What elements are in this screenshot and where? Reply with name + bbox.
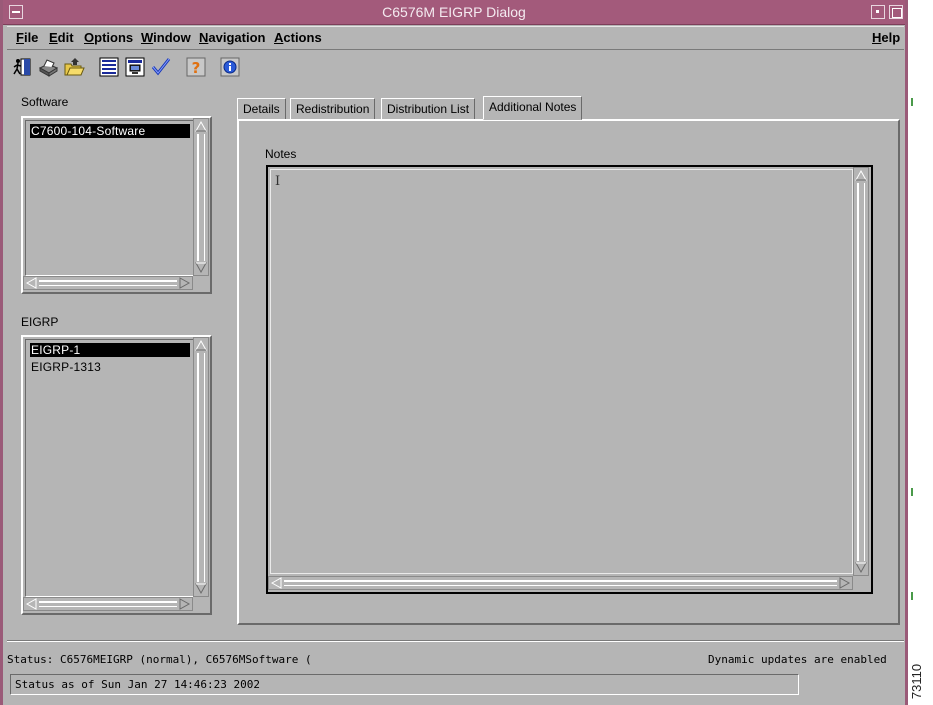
scroll-track[interactable]	[197, 353, 205, 582]
eigrp-list-item[interactable]: EIGRP-1313	[30, 360, 190, 374]
menu-file[interactable]: File	[16, 30, 38, 45]
info-icon[interactable]	[218, 55, 242, 79]
menu-actions-label: ctions	[283, 30, 322, 45]
tab-distribution-list[interactable]: Distribution List	[381, 98, 476, 120]
notes-horizontal-scrollbar[interactable]	[268, 576, 853, 590]
eigrp-horizontal-scrollbar[interactable]	[23, 597, 193, 611]
software-label: Software	[21, 95, 69, 109]
scroll-down-icon[interactable]	[194, 582, 208, 596]
notes-textarea[interactable]: I	[266, 165, 873, 594]
menu-navigation-label: avigation	[208, 30, 266, 45]
menu-file-mnemonic: F	[16, 30, 24, 45]
checkmark-icon[interactable]	[149, 55, 173, 79]
menu-edit-label: dit	[57, 30, 74, 45]
scroll-right-icon[interactable]	[178, 276, 192, 290]
scroll-down-icon[interactable]	[194, 261, 208, 275]
scroll-left-icon[interactable]	[24, 597, 38, 611]
help-question-icon[interactable]: ?	[184, 55, 208, 79]
text-cursor-icon: I	[275, 174, 281, 189]
software-list-viewport[interactable]: C7600-104-Software	[25, 120, 194, 276]
scroll-up-icon[interactable]	[194, 338, 208, 352]
scroll-left-icon[interactable]	[269, 576, 283, 590]
software-listbox: C7600-104-Software	[21, 116, 212, 294]
edge-marker	[911, 488, 913, 496]
status-timestamp: Status as of Sun Jan 27 14:46:23 2002	[15, 678, 261, 691]
scroll-track[interactable]	[197, 134, 205, 261]
menu-navigation[interactable]: Navigation	[199, 30, 265, 45]
status-separator	[7, 640, 904, 642]
eigrp-listbox: EIGRP-1 EIGRP-1313	[21, 335, 212, 615]
eigrp-list-item[interactable]: EIGRP-1	[30, 343, 190, 357]
edge-marker	[911, 98, 913, 106]
notes-label: Notes	[265, 147, 297, 161]
dynamic-updates-status: Dynamic updates are enabled	[708, 653, 887, 666]
scroll-track[interactable]	[284, 580, 837, 586]
tab-details[interactable]: Details	[237, 98, 286, 120]
scroll-right-icon[interactable]	[838, 576, 852, 590]
window-title: C6576M EIGRP Dialog	[382, 4, 526, 20]
title-bar[interactable]: C6576M EIGRP Dialog	[3, 0, 905, 25]
print-icon[interactable]	[36, 55, 60, 79]
tab-redistribution[interactable]: Redistribution	[290, 98, 376, 120]
menu-options-label: ptions	[94, 30, 134, 45]
edge-marker	[911, 592, 913, 600]
status-line: Status: C6576MEIGRP (normal), C6576MSoft…	[7, 653, 312, 666]
menu-help-mnemonic: H	[872, 30, 882, 45]
software-vertical-scrollbar[interactable]	[193, 118, 209, 276]
menu-window-mnemonic: W	[141, 30, 154, 45]
menu-actions-mnemonic: A	[274, 30, 284, 45]
menu-edit[interactable]: Edit	[49, 30, 74, 45]
menu-options[interactable]: Options	[84, 30, 133, 45]
scroll-right-icon[interactable]	[178, 597, 192, 611]
tab-additional-notes[interactable]: Additional Notes	[483, 96, 583, 120]
scroll-up-icon[interactable]	[194, 119, 208, 133]
open-folder-icon[interactable]	[62, 55, 86, 79]
menu-navigation-mnemonic: N	[199, 30, 209, 45]
scroll-track[interactable]	[857, 183, 865, 561]
toolbar: ?	[7, 51, 904, 85]
scroll-track[interactable]	[39, 280, 177, 286]
menu-edit-mnemonic: E	[49, 30, 58, 45]
notes-vertical-scrollbar[interactable]	[853, 167, 869, 576]
scroll-down-icon[interactable]	[854, 561, 868, 575]
minimize-icon[interactable]	[871, 5, 885, 19]
menu-options-mnemonic: O	[84, 30, 95, 45]
figure-id-text: 73110	[909, 663, 925, 700]
eigrp-list-viewport[interactable]: EIGRP-1 EIGRP-1313	[25, 339, 194, 597]
svg-text:?: ?	[192, 59, 201, 77]
dialog-window: C6576M EIGRP Dialog File Edit Options Wi…	[0, 0, 908, 705]
monitor-icon[interactable]	[123, 55, 147, 79]
menu-file-label: ile	[23, 30, 39, 45]
menu-window-label: indow	[153, 30, 191, 45]
notes-text-area[interactable]: I	[270, 169, 853, 574]
exit-icon[interactable]	[10, 55, 34, 79]
menu-actions[interactable]: Actions	[274, 30, 322, 45]
scroll-left-icon[interactable]	[24, 276, 38, 290]
eigrp-label: EIGRP	[21, 315, 59, 329]
menu-help[interactable]: Help	[872, 30, 900, 45]
list-icon[interactable]	[97, 55, 121, 79]
menu-window[interactable]: Window	[141, 30, 191, 45]
scroll-track[interactable]	[39, 601, 177, 607]
figure-id: 73110	[909, 660, 931, 704]
maximize-icon[interactable]	[889, 5, 903, 19]
status-timestamp-field: Status as of Sun Jan 27 14:46:23 2002	[10, 674, 799, 695]
software-list-item[interactable]: C7600-104-Software	[30, 124, 190, 138]
eigrp-vertical-scrollbar[interactable]	[193, 337, 209, 597]
menu-help-label: elp	[881, 30, 901, 45]
software-horizontal-scrollbar[interactable]	[23, 276, 193, 290]
menu-bar: File Edit Options Window Navigation Acti…	[7, 26, 904, 50]
scroll-up-icon[interactable]	[854, 168, 868, 182]
